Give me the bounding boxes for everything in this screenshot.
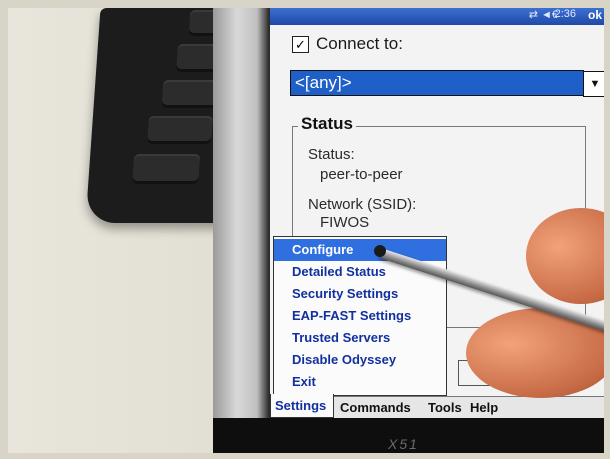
status-value: peer-to-peer xyxy=(320,166,403,183)
menu-item-eap-fast-settings[interactable]: EAP-FAST Settings xyxy=(274,305,446,327)
stylus-tip xyxy=(374,245,386,257)
menu-item-exit[interactable]: Exit xyxy=(274,371,446,393)
dropdown-arrow-icon[interactable]: ▼ xyxy=(583,71,604,97)
menu-item-configure[interactable]: Configure xyxy=(274,239,446,261)
tools-menu[interactable]: Tools xyxy=(428,400,462,415)
settings-popup-menu: Configure Detailed Status Security Setti… xyxy=(273,236,447,396)
ok-button[interactable]: ok xyxy=(588,8,602,22)
commands-menu[interactable]: Commands xyxy=(340,400,411,415)
settings-menu[interactable]: Settings xyxy=(270,394,334,418)
keyboard-key xyxy=(132,154,201,184)
network-dropdown-value: <[any]> xyxy=(295,73,352,92)
connect-to-label: Connect to: xyxy=(316,34,403,53)
network-ssid-label: Network (SSID): xyxy=(308,196,417,213)
help-menu[interactable]: Help xyxy=(470,400,498,415)
menu-item-disable-odyssey[interactable]: Disable Odyssey xyxy=(274,349,446,371)
menu-item-trusted-servers[interactable]: Trusted Servers xyxy=(274,327,446,349)
network-dropdown[interactable]: <[any]> ▼ xyxy=(290,70,604,97)
menu-item-security-settings[interactable]: Security Settings xyxy=(274,283,446,305)
status-group-title: Status xyxy=(298,114,356,134)
connect-to-checkbox[interactable]: ✓ xyxy=(292,36,309,53)
photo-frame: X51 ⇄ ◄€ 2:36 ok ✓ Connect to: <[any]> ▼… xyxy=(8,8,604,453)
status-label: Status: xyxy=(308,146,355,163)
network-ssid-value: FIWOS xyxy=(320,214,370,231)
device-model-label: X51 xyxy=(388,436,419,452)
title-bar: ⇄ ◄€ 2:36 ok xyxy=(270,8,604,25)
clock: 2:36 xyxy=(554,8,576,20)
keyboard-key xyxy=(147,116,213,144)
